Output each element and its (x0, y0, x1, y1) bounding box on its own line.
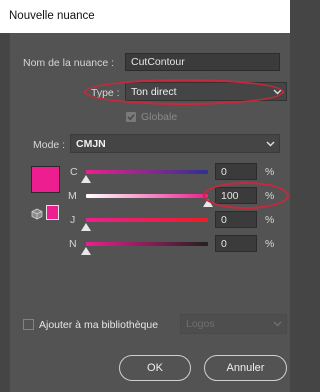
swatch-name-input[interactable]: CutContour (125, 53, 280, 71)
channel-n-slider[interactable] (86, 242, 208, 246)
title-bar: Nouvelle nuance (0, 0, 290, 33)
gamut-color-swatch[interactable] (46, 205, 59, 220)
cube-icon[interactable] (31, 208, 43, 220)
channel-m-label: M (68, 190, 77, 202)
channel-j-label: J (70, 214, 76, 226)
channel-c-thumb[interactable] (81, 175, 91, 183)
swatch-name-value: CutContour (131, 56, 185, 68)
channel-n-value: 0 (221, 237, 227, 250)
channel-n-thumb[interactable] (81, 247, 91, 255)
channel-c-input[interactable]: 0 (215, 163, 257, 180)
chevron-down-icon (266, 141, 275, 146)
channel-j-slider[interactable] (86, 218, 208, 222)
mode-value: CMJN (76, 137, 106, 150)
channel-j-thumb[interactable] (81, 223, 91, 231)
channel-j-input[interactable]: 0 (215, 211, 257, 228)
channel-c-label: C (70, 166, 78, 178)
channel-n-label: N (69, 238, 77, 250)
mode-label: Mode : (33, 139, 66, 151)
cancel-button-label: Annuler (226, 362, 265, 374)
library-dropdown[interactable]: Logos (180, 314, 287, 334)
library-value: Logos (186, 318, 215, 330)
channel-n-input[interactable]: 0 (215, 235, 257, 252)
channel-j-unit: % (265, 214, 275, 226)
check-icon (127, 114, 135, 121)
channel-m-slider[interactable] (86, 194, 208, 198)
channel-c-slider[interactable] (86, 170, 208, 174)
color-swatch-preview (31, 166, 60, 193)
ok-button[interactable]: OK (119, 355, 191, 381)
mode-dropdown[interactable]: CMJN (70, 134, 280, 153)
channel-c-unit: % (265, 166, 275, 178)
global-checkbox[interactable] (126, 112, 136, 122)
chevron-down-icon (273, 321, 282, 327)
channel-j-value: 0 (221, 213, 227, 226)
add-to-library-checkbox[interactable] (23, 319, 34, 330)
channel-c-value: 0 (221, 165, 227, 178)
channel-n-unit: % (265, 238, 275, 250)
window-title: Nouvelle nuance (9, 10, 95, 22)
swatch-name-label: Nom de la nuance : (23, 57, 115, 69)
cancel-button[interactable]: Annuler (204, 355, 287, 381)
ok-button-label: OK (147, 362, 163, 374)
highlight-ellipse-type (84, 79, 284, 105)
add-to-library-label: Ajouter à ma bibliothèque (39, 319, 159, 331)
global-label: Globale (141, 111, 178, 123)
highlight-ellipse-magenta (203, 182, 289, 209)
